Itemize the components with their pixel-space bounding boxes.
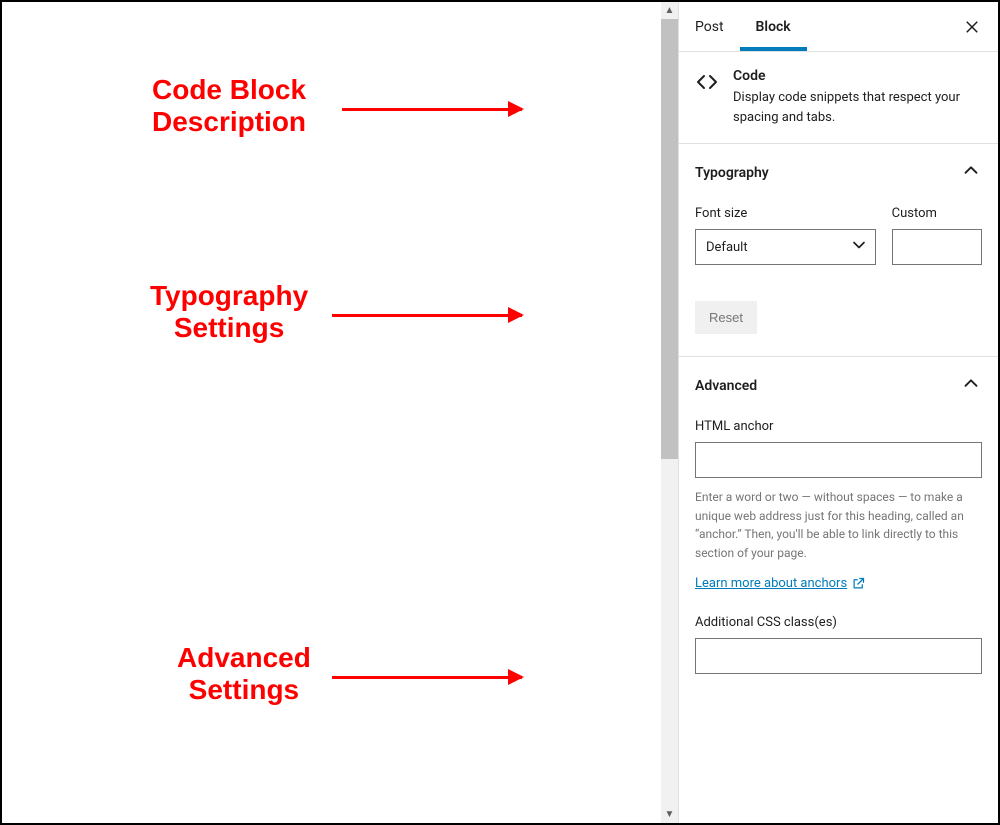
arrow-description [342,108,522,111]
reset-button[interactable]: Reset [695,301,757,334]
font-size-label: Font size [695,206,876,221]
arrow-typography [332,314,522,317]
html-anchor-input[interactable] [695,442,982,478]
css-classes-label: Additional CSS class(es) [695,615,982,630]
typography-panel-title: Typography [695,165,769,181]
typography-panel: Typography Font size Default [679,144,998,357]
code-icon [695,70,719,127]
block-description-panel: Code Display code snippets that respect … [679,52,998,144]
font-size-select[interactable]: Default [695,229,876,265]
callout-typography: Typography Settings [150,280,308,344]
advanced-panel-toggle[interactable]: Advanced [679,357,998,415]
learn-more-text: Learn more about anchors [695,576,847,591]
html-anchor-label: HTML anchor [695,419,982,434]
close-sidebar-button[interactable] [954,9,990,45]
tab-post[interactable]: Post [679,2,740,51]
advanced-panel-title: Advanced [695,378,757,394]
chevron-down-icon [849,235,869,259]
font-size-value: Default [706,240,748,255]
learn-more-anchors-link[interactable]: Learn more about anchors [695,576,866,591]
callout-description: Code Block Description [152,74,306,138]
block-title: Code [733,68,982,84]
advanced-panel: Advanced HTML anchor Enter a word or two… [679,357,998,698]
external-link-icon [851,576,866,591]
chevron-up-icon [960,160,982,186]
html-anchor-help: Enter a word or two — without spaces — t… [695,488,982,562]
typography-panel-toggle[interactable]: Typography [679,144,998,202]
arrow-advanced [332,676,522,679]
tab-block[interactable]: Block [740,2,807,51]
sidebar-tabs: Post Block [679,2,998,52]
scrollbar-up-icon[interactable]: ▲ [661,2,678,19]
scrollbar-thumb[interactable] [661,19,678,459]
settings-sidebar: Post Block Code Display code snippets th… [678,2,998,823]
close-icon [963,18,981,36]
callout-advanced: Advanced Settings [177,642,311,706]
scrollbar[interactable]: ▲ ▼ [661,2,678,823]
css-classes-input[interactable] [695,638,982,674]
block-description-text: Display code snippets that respect your … [733,88,982,127]
chevron-up-icon [960,373,982,399]
editor-canvas: Code Block Description Typography Settin… [2,2,661,823]
custom-size-label: Custom [892,206,982,221]
custom-size-input[interactable] [892,229,982,265]
scrollbar-down-icon[interactable]: ▼ [661,806,678,823]
